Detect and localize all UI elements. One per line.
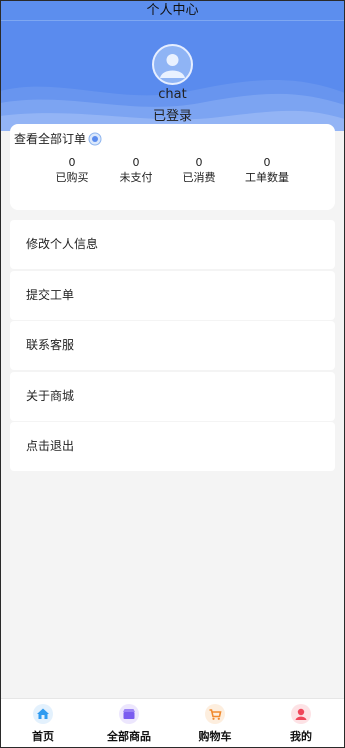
tab-mine[interactable]: 我的 [258, 699, 344, 748]
stat-label: 工单数量 [245, 171, 289, 184]
stat-unpaid[interactable]: 0 未支付 [106, 156, 166, 186]
profile-header: chat 已登录 [0, 21, 345, 131]
stat-value: 0 [263, 156, 271, 169]
tab-label: 购物车 [198, 730, 232, 743]
shop-icon [119, 704, 139, 724]
tab-home[interactable]: 首页 [0, 699, 86, 748]
stat-tickets[interactable]: 0 工单数量 [237, 156, 297, 186]
stat-label: 未支付 [119, 171, 153, 184]
tab-label: 首页 [32, 730, 54, 743]
menu-item-contact-support[interactable]: 联系客服 [10, 321, 335, 370]
stat-value: 0 [132, 156, 140, 169]
login-status: 已登录 [152, 109, 192, 124]
avatar[interactable] [152, 44, 193, 85]
bottom-tab-bar: 首页 全部商品 购物车 我的 [0, 698, 345, 748]
tab-cart[interactable]: 购物车 [172, 699, 258, 748]
home-icon [33, 704, 53, 724]
menu-item-edit-profile[interactable]: 修改个人信息 [10, 220, 335, 269]
stat-consumed[interactable]: 0 已消费 [169, 156, 229, 186]
stat-label: 已消费 [182, 171, 216, 184]
stat-label: 已购买 [55, 171, 89, 184]
stat-purchased[interactable]: 0 已购买 [42, 156, 102, 186]
user-icon [291, 704, 311, 724]
menu-item-about-store[interactable]: 关于商城 [10, 372, 335, 421]
orders-card: 查看全部订单 0 已购买 0 未支付 0 已消费 0 工单数量 [10, 124, 335, 210]
menu-item-submit-ticket[interactable]: 提交工单 [10, 271, 335, 320]
user-avatar-icon [160, 54, 185, 78]
username: chat [158, 87, 187, 102]
orders-refresh-icon [88, 132, 102, 145]
cart-icon [205, 704, 225, 724]
view-all-orders-link[interactable]: 查看全部订单 [14, 130, 102, 147]
tab-label: 全部商品 [107, 730, 151, 743]
stat-value: 0 [195, 156, 203, 169]
page-title: 个人中心 [0, 0, 345, 21]
tab-all-products[interactable]: 全部商品 [86, 699, 172, 748]
menu-item-logout[interactable]: 点击退出 [10, 422, 335, 471]
view-all-orders-label: 查看全部订单 [14, 132, 87, 146]
stat-value: 0 [68, 156, 76, 169]
tab-label: 我的 [290, 730, 312, 743]
